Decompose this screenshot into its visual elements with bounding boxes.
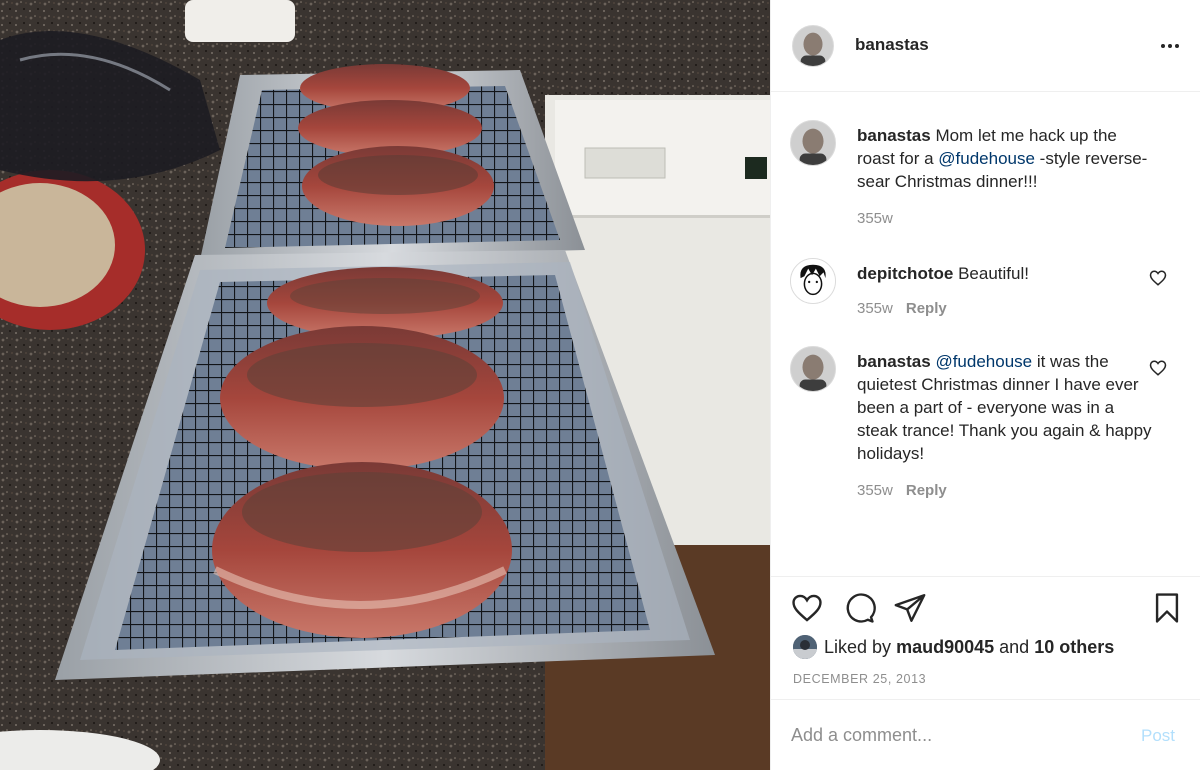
add-comment-bar: Post [771,700,1200,770]
person-avatar-icon [791,121,835,165]
comment-username[interactable]: banastas [857,126,931,145]
person-avatar-icon [791,259,835,303]
comment-time[interactable]: 355w [857,210,893,227]
person-avatar-icon [793,26,833,66]
bookmark-icon [1155,593,1179,623]
liker-avatar[interactable] [793,635,817,659]
comment-text-part: Beautiful! [958,264,1029,283]
more-dot [1168,44,1172,48]
post-photo[interactable] [0,0,770,770]
comment-time[interactable]: 355w [857,482,893,499]
comment-text: banastas Mom let me hack up the roast fo… [857,124,1157,193]
like-comment-heart-icon[interactable] [1149,359,1167,377]
like-button[interactable] [790,591,824,625]
comment-meta: 355w Reply [857,482,947,499]
reply-button[interactable]: Reply [906,300,947,317]
more-options-button[interactable] [1155,36,1185,56]
post-date[interactable]: DECEMBER 25, 2013 [793,672,926,686]
more-horizontal-icon [1161,44,1165,48]
post-header: banastas [771,0,1200,92]
commenter-avatar[interactable] [790,346,836,392]
more-dot [1175,44,1179,48]
mention-link[interactable]: @fudehouse [938,149,1035,168]
likes-joiner: and [999,636,1030,657]
paper-plane-icon [894,594,926,622]
comment-username[interactable]: banastas [857,352,931,371]
share-button[interactable] [893,591,927,625]
person-avatar-icon [791,347,835,391]
comment-input[interactable] [791,722,1121,748]
comment-meta: 355w [857,210,893,227]
reply-button[interactable]: Reply [906,482,947,499]
comment-time[interactable]: 355w [857,300,893,317]
mention-link[interactable]: @fudehouse [935,352,1032,371]
comment-username[interactable]: depitchotoe [857,264,953,283]
commenter-avatar[interactable] [790,258,836,304]
author-avatar[interactable] [792,25,834,67]
liker-username[interactable]: maud90045 [896,637,994,658]
comment-meta: 355w Reply [857,300,947,317]
likes-others-link[interactable]: 10 others [1034,637,1114,658]
save-button[interactable] [1150,591,1184,625]
comment-bubble-icon [846,593,876,623]
steaks-photo [0,0,770,770]
likes-summary: Liked by maud90045 and 10 others [793,635,1114,659]
post-actions: Liked by maud90045 and 10 others DECEMBE… [771,576,1200,700]
commenter-avatar[interactable] [790,120,836,166]
post-comment-button[interactable]: Post [1141,726,1175,746]
like-comment-heart-icon[interactable] [1149,269,1167,287]
likes-prefix: Liked by [824,636,892,657]
author-username[interactable]: banastas [855,35,929,55]
comment-button[interactable] [842,591,876,625]
heart-icon [792,594,822,622]
person-avatar-icon [793,635,817,659]
post-sidebar: banastas banastas Mom let me hack up the… [770,0,1200,770]
comment-text: banastas @fudehouse it was the quietest … [857,350,1157,465]
comment-text: depitchotoe Beautiful! [857,262,1157,285]
